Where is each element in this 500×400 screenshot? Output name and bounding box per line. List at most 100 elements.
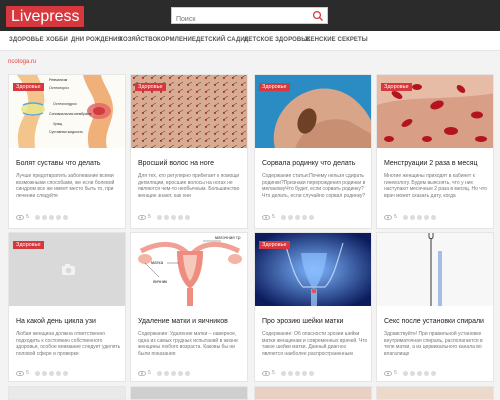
rating-dot[interactable]: [163, 214, 169, 220]
article-title[interactable]: Вросший волос на ноге: [138, 159, 244, 168]
category-badge[interactable]: Здоровье: [259, 83, 290, 91]
rating-dot[interactable]: [287, 370, 293, 376]
view-count: 5: [26, 214, 29, 220]
rating-dot[interactable]: [163, 370, 169, 376]
article-title[interactable]: Секс после установки спирали: [384, 317, 490, 326]
nav-item-health[interactable]: ЗДОРОВЬЕ: [9, 37, 44, 43]
rating-dot[interactable]: [423, 370, 429, 376]
article-card[interactable]: Секс после установки спирали Здравствуйт…: [376, 232, 494, 382]
article-title[interactable]: Болят суставы что делать: [16, 159, 122, 168]
rating-dot[interactable]: [156, 370, 162, 376]
label-cartilage: Хрящ: [53, 122, 62, 126]
category-badge[interactable]: Здоровье: [381, 83, 412, 91]
article-card-partial[interactable]: [254, 386, 372, 400]
article-excerpt: Содержание: Об опасности эрозии шейки ма…: [262, 331, 368, 357]
rating-dot[interactable]: [41, 370, 47, 376]
rating-dot[interactable]: [409, 370, 415, 376]
top-bar: Livepress: [0, 0, 500, 31]
nav-item-household[interactable]: ХОЗЯЙСТВО: [119, 37, 157, 43]
rating-dot[interactable]: [170, 214, 176, 220]
rating-dot[interactable]: [62, 214, 68, 220]
article-title[interactable]: Сорвала родинку что делать: [262, 159, 368, 168]
rating-dot[interactable]: [402, 214, 408, 220]
rating-dot[interactable]: [177, 214, 183, 220]
article-title[interactable]: Менструации 2 раза в месяц: [384, 159, 490, 168]
rating-stars[interactable]: [156, 370, 192, 376]
search-box[interactable]: [171, 7, 328, 27]
rating-dot[interactable]: [294, 214, 300, 220]
nav-item-women-secrets[interactable]: ЖЕНСКИЕ СЕКРЕТЫ: [305, 37, 368, 43]
nav-item-kindergarten[interactable]: ДЕТСКИЙ САДИК: [196, 37, 249, 43]
search-input[interactable]: [172, 12, 307, 27]
rating-dot[interactable]: [48, 214, 54, 220]
article-card[interactable]: Здоровье Менструации 2 раза в месяц Мног…: [376, 74, 494, 229]
category-badge[interactable]: Здоровье: [13, 83, 44, 91]
article-card[interactable]: Здоровье Сорвала родинку что делать Соде…: [254, 74, 372, 229]
rating-dot[interactable]: [170, 370, 176, 376]
article-card-partial[interactable]: [376, 386, 494, 400]
rating-dot[interactable]: [184, 370, 190, 376]
article-card[interactable]: Здоровье На какой день цикла узи Любая ж…: [8, 232, 126, 382]
rating-dot[interactable]: [301, 370, 307, 376]
rating-dot[interactable]: [280, 370, 286, 376]
rating-dot[interactable]: [55, 370, 61, 376]
rating-stars[interactable]: [156, 214, 192, 220]
category-nav: ЗДОРОВЬЕ ХОББИ ДНИ РОЖДЕНИЯ ХОЗЯЙСТВО КО…: [0, 31, 500, 51]
rating-dot[interactable]: [402, 370, 408, 376]
nav-item-hobby[interactable]: ХОББИ: [46, 37, 68, 43]
rating-dot[interactable]: [48, 370, 54, 376]
label-osteoporosis: Остеопороз: [49, 86, 69, 90]
rating-dot[interactable]: [294, 370, 300, 376]
rating-dot[interactable]: [184, 214, 190, 220]
article-meta: 5: [384, 214, 438, 220]
rating-stars[interactable]: [34, 370, 70, 376]
rating-stars[interactable]: [280, 370, 316, 376]
article-excerpt: Для тех, кто регулярно прибегает к помощ…: [138, 173, 240, 199]
nav-item-child-health[interactable]: ДЕТСКОЕ ЗДОРОВЬЕ: [244, 37, 310, 43]
rating-dot[interactable]: [280, 214, 286, 220]
category-badge[interactable]: Здоровье: [259, 241, 290, 249]
nav-item-feeding[interactable]: КОРМЛЕНИЕ: [157, 37, 196, 43]
rating-dot[interactable]: [416, 370, 422, 376]
rating-dot[interactable]: [416, 214, 422, 220]
rating-dot[interactable]: [430, 214, 436, 220]
site-logo[interactable]: Livepress: [6, 6, 85, 27]
rating-dot[interactable]: [34, 370, 40, 376]
article-card[interactable]: Ревматизм Остеопороз Остеохондроз Синови…: [8, 74, 126, 229]
article-excerpt: Содержание: Удаление матки – наверное, о…: [138, 331, 238, 357]
rating-dot[interactable]: [177, 370, 183, 376]
article-image-iud[interactable]: [377, 233, 493, 306]
category-badge[interactable]: Здоровье: [135, 83, 166, 91]
rating-dot[interactable]: [62, 370, 68, 376]
rating-dot[interactable]: [55, 214, 61, 220]
rating-dot[interactable]: [308, 214, 314, 220]
article-image-uterus[interactable]: маточная тр матка яичник: [131, 233, 247, 306]
article-title[interactable]: На какой день цикла узи: [16, 317, 122, 326]
rating-dot[interactable]: [423, 214, 429, 220]
rating-stars[interactable]: [280, 214, 316, 220]
article-excerpt: Многие женщины приходят в кабинет к гине…: [384, 173, 487, 199]
nav-item-birthdays[interactable]: ДНИ РОЖДЕНИЯ: [71, 37, 122, 43]
rating-dot[interactable]: [308, 370, 314, 376]
rating-dot[interactable]: [41, 214, 47, 220]
breadcrumb[interactable]: ncotoga.ru: [8, 59, 36, 65]
article-card[interactable]: маточная тр матка яичник Удаление матки …: [130, 232, 248, 382]
article-card-partial[interactable]: [8, 386, 126, 400]
rating-stars[interactable]: [34, 214, 70, 220]
article-card-partial[interactable]: [130, 386, 248, 400]
rating-dot[interactable]: [430, 370, 436, 376]
rating-dot[interactable]: [409, 214, 415, 220]
rating-dot[interactable]: [156, 214, 162, 220]
search-icon[interactable]: [312, 10, 324, 22]
rating-dot[interactable]: [34, 214, 40, 220]
rating-stars[interactable]: [402, 214, 438, 220]
article-card[interactable]: Здоровье Вросший волос на ноге Для тех, …: [130, 74, 248, 229]
article-meta: 5: [262, 214, 316, 220]
rating-stars[interactable]: [402, 370, 438, 376]
rating-dot[interactable]: [301, 214, 307, 220]
category-badge[interactable]: Здоровье: [13, 241, 44, 249]
article-title[interactable]: Удаление матки и яичников: [138, 317, 244, 326]
article-card[interactable]: Здоровье Про эрозию шейки матки Содержан…: [254, 232, 372, 382]
article-title[interactable]: Про эрозию шейки матки: [262, 317, 368, 326]
rating-dot[interactable]: [287, 214, 293, 220]
